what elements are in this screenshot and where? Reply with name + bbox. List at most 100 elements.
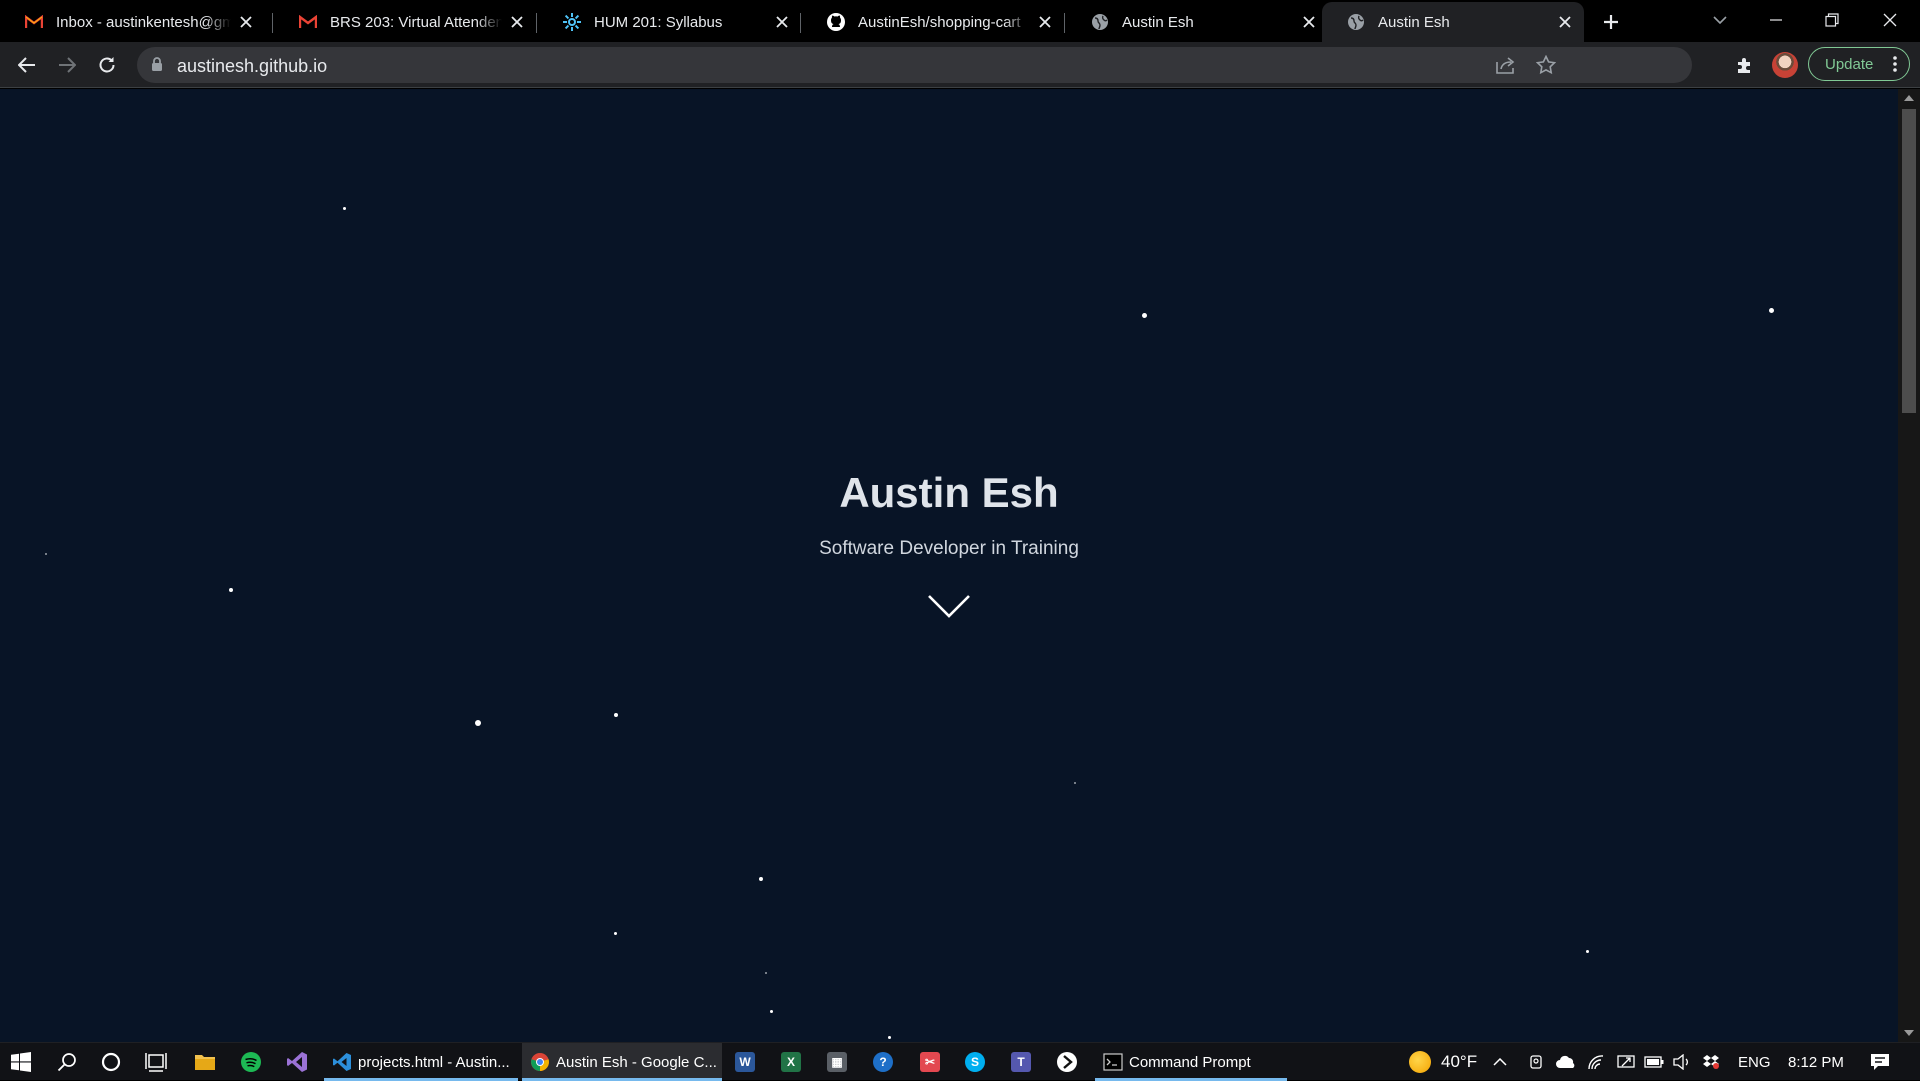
cortana-icon[interactable] [91, 1046, 131, 1078]
tab-title: BRS 203: Virtual Attendence [330, 13, 502, 31]
globe-icon [1090, 12, 1110, 32]
page-title: Austin Esh [839, 469, 1059, 516]
battery-icon[interactable] [1640, 1046, 1668, 1078]
globe-icon [1346, 12, 1366, 32]
onedrive-cloud-icon[interactable] [1552, 1046, 1580, 1078]
canvas-icon [562, 12, 582, 32]
tab-github[interactable]: AustinEsh/shopping-cart [802, 4, 1064, 40]
update-label: Update [1825, 55, 1874, 73]
visual-studio-icon[interactable] [277, 1046, 317, 1078]
star [475, 720, 481, 726]
menu-kebab-icon[interactable] [1893, 55, 1897, 77]
new-tab-button[interactable] [1598, 9, 1624, 35]
star [888, 1036, 891, 1039]
tab-separator [536, 13, 537, 33]
app-icon[interactable] [1047, 1046, 1087, 1078]
close-tab-icon[interactable] [237, 13, 255, 31]
language-label: ENG [1738, 1053, 1771, 1071]
close-tab-icon[interactable] [1036, 13, 1054, 31]
star [765, 972, 767, 974]
forward-button[interactable] [51, 49, 83, 81]
show-hidden-icons-chevron-icon[interactable] [1486, 1046, 1514, 1078]
taskbar-app-command-prompt[interactable]: Command Prompt [1095, 1043, 1287, 1081]
star [1142, 313, 1147, 318]
tab-brs203[interactable]: BRS 203: Virtual Attendence [274, 4, 536, 40]
weather-widget[interactable]: 40°F [1409, 1043, 1477, 1081]
star [1586, 950, 1589, 953]
tab-search-button[interactable] [1692, 0, 1748, 40]
spotify-icon[interactable] [231, 1046, 271, 1078]
tab-hum201[interactable]: HUM 201: Syllabus [538, 4, 801, 40]
star [343, 207, 346, 210]
search-icon[interactable] [47, 1046, 87, 1078]
close-window-button[interactable] [1862, 0, 1918, 40]
tab-title: Inbox - austinkentesh@gmail.com [56, 13, 231, 31]
close-tab-icon[interactable] [1300, 13, 1318, 31]
update-button[interactable]: Update [1808, 47, 1910, 81]
tab-title: HUM 201: Syllabus [594, 13, 723, 31]
word-icon[interactable]: W [725, 1046, 765, 1078]
file-explorer-icon[interactable] [185, 1046, 225, 1078]
page-scrollbar[interactable] [1898, 89, 1920, 1042]
tab-separator [800, 13, 801, 33]
skype-icon[interactable]: S [955, 1046, 995, 1078]
camera-icon[interactable] [1523, 1046, 1549, 1078]
profile-avatar[interactable] [1772, 52, 1798, 78]
tab-austin-esh-1[interactable]: Austin Esh [1066, 4, 1328, 40]
taskbar-app-label: Austin Esh - Google C... [556, 1053, 717, 1071]
app-installer-icon[interactable]: ▦ [817, 1046, 857, 1078]
cmd-icon [1103, 1052, 1123, 1072]
windows-start-icon[interactable] [1, 1046, 41, 1078]
close-tab-icon[interactable] [773, 13, 791, 31]
language-indicator[interactable]: ENG [1738, 1043, 1771, 1081]
url-text[interactable]: austinesh.github.io [177, 56, 327, 77]
lock-icon[interactable] [151, 57, 163, 77]
tab-separator [272, 13, 273, 33]
restore-button[interactable] [1804, 0, 1860, 40]
scroll-down-arrow-icon[interactable] [1904, 1030, 1914, 1036]
back-button[interactable] [11, 49, 43, 81]
tab-separator [1064, 13, 1065, 33]
dropbox-icon[interactable] [1697, 1046, 1725, 1078]
address-bar[interactable]: austinesh.github.io [137, 47, 1692, 83]
tab-austin-esh-active[interactable]: Austin Esh [1322, 2, 1584, 42]
wifi-icon[interactable] [1582, 1046, 1610, 1078]
tab-title: Austin Esh [1378, 13, 1450, 31]
taskbar-app-label: Command Prompt [1129, 1053, 1251, 1071]
close-tab-icon[interactable] [508, 13, 526, 31]
github-icon [826, 12, 846, 32]
snip-sketch-icon[interactable]: ✂ [910, 1046, 950, 1078]
page-viewport: Austin Esh Software Developer in Trainin… [0, 89, 1898, 1042]
scroll-up-arrow-icon[interactable] [1904, 95, 1914, 101]
taskbar-app-label: projects.html - Austin... [358, 1053, 510, 1071]
teams-icon[interactable]: T [1001, 1046, 1041, 1078]
clock-time: 8:12 PM [1788, 1053, 1844, 1071]
feedback-hub-icon[interactable]: ? [863, 1046, 903, 1078]
bookmark-star-icon[interactable] [1534, 53, 1558, 77]
gmail-icon [24, 12, 44, 32]
volume-icon[interactable] [1668, 1046, 1696, 1078]
notifications-icon[interactable] [1860, 1046, 1900, 1078]
excel-icon[interactable]: X [771, 1046, 811, 1078]
page-subtitle: Software Developer in Training [819, 538, 1079, 559]
star [1074, 782, 1076, 784]
clock[interactable]: 8:12 PM [1788, 1043, 1844, 1081]
star [770, 1010, 773, 1013]
scrollbar-thumb[interactable] [1902, 109, 1916, 413]
close-tab-icon[interactable] [1556, 13, 1574, 31]
reload-button[interactable] [91, 49, 123, 81]
taskbar-app-chrome[interactable]: Austin Esh - Google C... [522, 1043, 722, 1081]
share-icon[interactable] [1494, 53, 1518, 77]
star [614, 932, 617, 935]
minimize-button[interactable] [1748, 0, 1804, 40]
tab-inbox[interactable]: Inbox - austinkentesh@gmail.com [0, 4, 265, 40]
extensions-icon[interactable] [1729, 49, 1761, 81]
task-view-icon[interactable] [136, 1046, 176, 1078]
browser-toolbar: austinesh.github.io Update [0, 42, 1920, 88]
tab-title: AustinEsh/shopping-cart [858, 13, 1021, 31]
tab-title: Austin Esh [1122, 13, 1194, 31]
network-icon[interactable] [1612, 1046, 1640, 1078]
tab-strip: Inbox - austinkentesh@gmail.com BRS 203:… [0, 0, 1920, 42]
taskbar-app-vscode[interactable]: projects.html - Austin... [324, 1043, 518, 1081]
scroll-down-chevron-icon[interactable] [927, 594, 971, 620]
